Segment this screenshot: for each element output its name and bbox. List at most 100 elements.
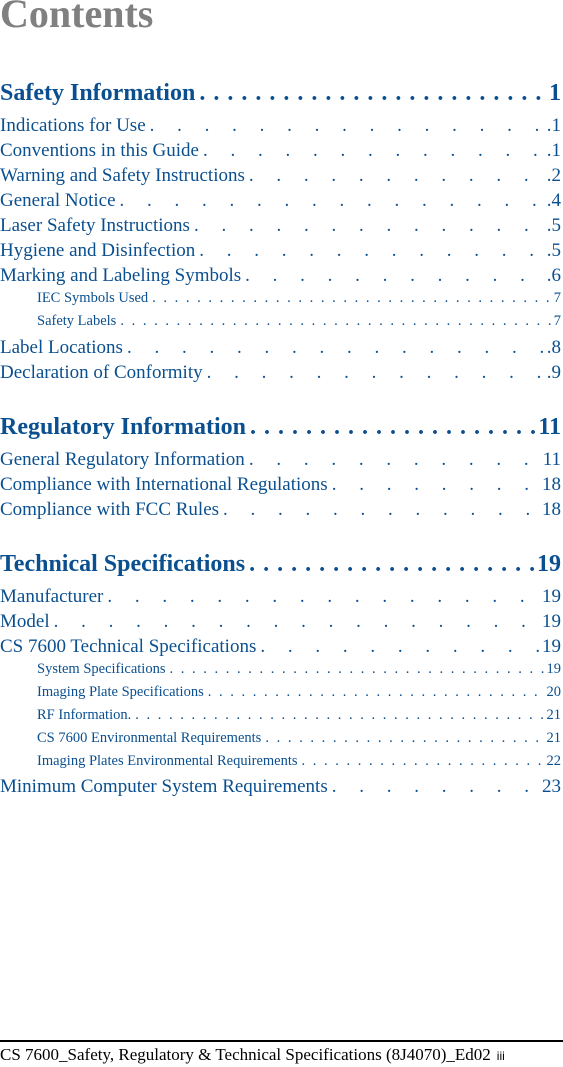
toc-chapter-entry[interactable]: Safety Information. . . . . . . . . . . … — [0, 80, 561, 107]
toc-leader-dots: . . . . . . . . . . . . . . . . . . . . … — [206, 362, 545, 383]
toc-page-number: 19 — [542, 611, 561, 632]
toc-section-entry[interactable]: Model. . . . . . . . . . . . . . . . . .… — [0, 611, 561, 633]
toc-section-entry[interactable]: General Regulatory Information. . . . . … — [0, 449, 561, 471]
toc-leader-dots: . . . . . . . . . . . . . . . . . . . . … — [265, 730, 544, 746]
toc-entry-label: IEC Symbols Used — [37, 290, 149, 306]
toc-chapter-entry[interactable]: Regulatory Information. . . . . . . . . … — [0, 414, 561, 441]
toc-section-entry[interactable]: Marking and Labeling Symbols. . . . . . … — [0, 265, 561, 287]
toc-leader-dots: . . . . . . . . . . . . . . . . . . . . … — [331, 776, 540, 797]
toc-leader-dots: . . . . . . . . . . . . . . . . . . . . … — [249, 551, 535, 577]
toc-section-entry[interactable]: Compliance with International Regulation… — [0, 474, 561, 496]
page-footer: CS 7600_Safety, Regulatory & Technical S… — [0, 1045, 505, 1065]
toc-page-number: .4 — [546, 190, 561, 211]
page-title: Contents — [0, 0, 154, 36]
toc-entry-label: Label Locations — [0, 337, 123, 358]
toc-entry-label: Declaration of Conformity — [0, 362, 203, 383]
footer-divider — [0, 1040, 563, 1042]
toc-leader-dots: . . . . . . . . . . . . . . . . . . . . … — [120, 313, 551, 329]
toc-entry-label: Regulatory Information — [0, 414, 246, 440]
toc-chapter-entry[interactable]: Technical Specifications. . . . . . . . … — [0, 551, 561, 578]
toc-entry-label: Manufacturer — [0, 586, 104, 607]
toc-page-number: .1 — [546, 140, 561, 161]
toc-section-entry[interactable]: Declaration of Conformity. . . . . . . .… — [0, 362, 561, 384]
toc-entry-label: Marking and Labeling Symbols — [0, 265, 242, 286]
toc-page-number: 7 — [553, 313, 561, 329]
toc-leader-dots: . . . . . . . . . . . . . . . . . . . . … — [53, 611, 540, 632]
toc-entry-label: Imaging Plates Environmental Requirement… — [37, 753, 298, 769]
toc-entry-label: Model — [0, 611, 50, 632]
toc-entry-label: Compliance with FCC Rules — [0, 499, 220, 520]
toc-page-number: .9 — [546, 362, 561, 383]
toc-page-number: 18 — [542, 499, 561, 520]
toc-entry-label: Laser Safety Instructions — [0, 215, 190, 236]
toc-leader-dots: . . . . . . . . . . . . . . . . . . . . … — [126, 337, 545, 358]
toc-leader-dots: . . . . . . . . . . . . . . . . . . . . … — [248, 449, 541, 470]
toc-entry-label: General Regulatory Information — [0, 449, 245, 470]
toc-page-number: .8 — [546, 337, 561, 358]
toc-section-entry[interactable]: Indications for Use. . . . . . . . . . .… — [0, 115, 561, 137]
toc-page-number: .5 — [546, 240, 561, 261]
toc-page-number: 19 — [537, 551, 561, 577]
toc-leader-dots: . . . . . . . . . . . . . . . . . . . . … — [202, 140, 545, 161]
toc-page-number: .2 — [546, 165, 561, 186]
toc-subsection-entry[interactable]: IEC Symbols Used. . . . . . . . . . . . … — [0, 290, 561, 307]
toc-page-number: 11 — [542, 449, 561, 470]
toc-page-number: 21 — [546, 730, 562, 746]
toc-section-entry[interactable]: CS 7600 Technical Specifications. . . . … — [0, 636, 561, 658]
toc-entry-label: Safety Information — [0, 80, 196, 106]
footer-document-title: CS 7600_Safety, Regulatory & Technical S… — [0, 1045, 491, 1064]
toc-subsection-entry[interactable]: RF Information.. . . . . . . . . . . . .… — [0, 707, 561, 724]
toc-entry-label: General Notice — [0, 190, 116, 211]
toc-page-number: .6 — [546, 265, 561, 286]
toc-entry-label: Safety Labels — [37, 313, 117, 329]
toc-page-number: 1 — [549, 80, 561, 106]
toc-page-number: 19 — [542, 636, 561, 657]
toc-page-number: 22 — [546, 753, 562, 769]
toc-leader-dots: . . . . . . . . . . . . . . . . . . . . … — [223, 499, 540, 520]
toc-leader-dots: . . . . . . . . . . . . . . . . . . . . … — [331, 474, 540, 495]
toc-page-number: 11 — [538, 414, 561, 440]
toc-leader-dots: . . . . . . . . . . . . . . . . . . . . … — [152, 290, 552, 306]
toc-subsection-entry[interactable]: System Specifications. . . . . . . . . .… — [0, 661, 561, 678]
toc-leader-dots: . . . . . . . . . . . . . . . . . . . . … — [248, 165, 545, 186]
toc-section-entry[interactable]: Laser Safety Instructions. . . . . . . .… — [0, 215, 561, 237]
toc-entry-label: Imaging Plate Specifications — [37, 684, 204, 700]
toc-section-entry[interactable]: Conventions in this Guide. . . . . . . .… — [0, 140, 561, 162]
toc-section-entry[interactable]: Manufacturer. . . . . . . . . . . . . . … — [0, 586, 561, 608]
toc-entry-label: Hygiene and Disinfection — [0, 240, 196, 261]
toc-entry-label: Compliance with International Regulation… — [0, 474, 328, 495]
toc-leader-dots: . . . . . . . . . . . . . . . . . . . . … — [249, 414, 537, 440]
toc-page-number: .5 — [546, 215, 561, 236]
toc-page-number: 19 — [542, 586, 561, 607]
toc-subsection-entry[interactable]: Safety Labels. . . . . . . . . . . . . .… — [0, 313, 561, 330]
toc-section-entry[interactable]: Minimum Computer System Requirements. . … — [0, 776, 561, 798]
toc-subsection-entry[interactable]: Imaging Plates Environmental Requirement… — [0, 753, 561, 770]
toc-page-number: 7 — [553, 290, 561, 306]
toc-subsection-entry[interactable]: CS 7600 Environmental Requirements. . . … — [0, 730, 561, 747]
toc-leader-dots: . . . . . . . . . . . . . . . . . . . . … — [193, 215, 545, 236]
toc-page-number: .1 — [546, 115, 561, 136]
toc-leader-dots: . . . . . . . . . . . . . . . . . . . . … — [301, 753, 545, 769]
toc-leader-dots: . . . . . . . . . . . . . . . . . . . . … — [199, 80, 547, 106]
toc-entry-label: Warning and Safety Instructions — [0, 165, 245, 186]
toc-leader-dots: . . . . . . . . . . . . . . . . . . . . … — [245, 265, 545, 286]
toc-entry-label: CS 7600 Environmental Requirements — [37, 730, 262, 746]
toc-entry-label: Conventions in this Guide — [0, 140, 199, 161]
footer-page-number: iii — [496, 1049, 505, 1063]
toc-page-number: 20 — [546, 684, 562, 700]
toc-section-entry[interactable]: General Notice. . . . . . . . . . . . . … — [0, 190, 561, 212]
toc-section-entry[interactable]: Label Locations. . . . . . . . . . . . .… — [0, 337, 561, 359]
toc-section-entry[interactable]: Hygiene and Disinfection. . . . . . . . … — [0, 240, 561, 262]
toc-section-entry[interactable]: Warning and Safety Instructions. . . . .… — [0, 165, 561, 187]
toc-section-entry[interactable]: Compliance with FCC Rules. . . . . . . .… — [0, 499, 561, 521]
toc-entry-label: CS 7600 Technical Specifications — [0, 636, 257, 657]
toc-leader-dots: . . . . . . . . . . . . . . . . . . . . … — [199, 240, 545, 261]
toc-page-number: 21 — [546, 707, 562, 723]
toc-page-number: 19 — [546, 661, 562, 677]
toc-entry-label: Indications for Use — [0, 115, 146, 136]
toc-leader-dots: . . . . . . . . . . . . . . . . . . . . … — [119, 190, 545, 211]
toc-subsection-entry[interactable]: Imaging Plate Specifications. . . . . . … — [0, 684, 561, 701]
toc-leader-dots: . . . . . . . . . . . . . . . . . . . . … — [135, 707, 544, 723]
toc-page-number: 18 — [542, 474, 561, 495]
toc-entry-label: Technical Specifications — [0, 551, 246, 577]
